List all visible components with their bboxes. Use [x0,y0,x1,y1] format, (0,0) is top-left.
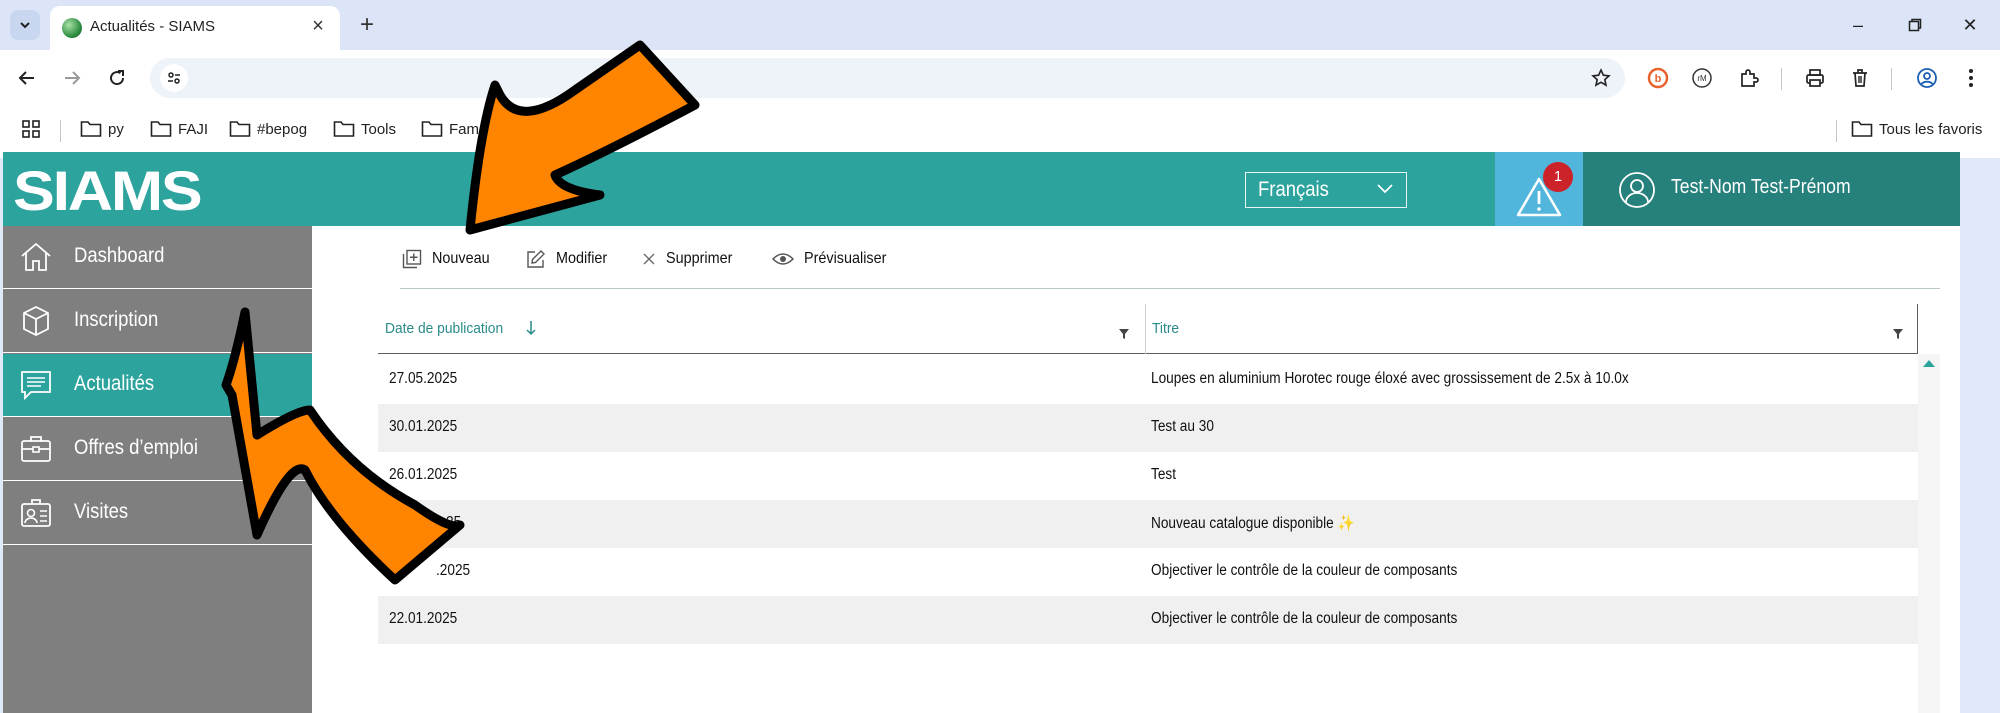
reload-button[interactable] [101,62,133,94]
sidebar-item-inscription[interactable]: Inscription [3,290,312,353]
siams-favicon-icon [62,18,82,38]
sort-down-arrow-icon [526,321,536,336]
folder-icon [80,121,102,137]
tab-search-button[interactable] [10,10,40,40]
bookmark-folder-py[interactable]: py [80,114,124,144]
address-bar[interactable] [150,58,1625,98]
table-row[interactable]: .2025 Objectiver le contrôle de la coule… [378,548,1918,596]
svg-text:rM: rM [1697,74,1707,83]
folder-icon [333,121,355,137]
eye-icon [772,253,794,265]
new-button[interactable]: Nouveau [402,244,496,274]
bookmark-folder-faji[interactable]: FAJI [150,114,208,144]
bookmark-folder-tools[interactable]: Tools [333,114,396,144]
apps-grid-icon[interactable] [22,114,40,144]
briefcase-icon [21,436,51,462]
sidebar-item-dashboard[interactable]: Dashboard [3,226,312,289]
sidebar: Dashboard Inscription Actualités Offres … [3,226,312,713]
bookmark-star-icon[interactable] [1587,64,1615,92]
table-row[interactable]: 30.01.2025 Test au 30 [378,404,1918,452]
profile-icon[interactable] [1911,62,1943,94]
preview-button[interactable]: Prévisualiser [772,244,896,274]
back-button[interactable] [11,62,43,94]
chevron-down-icon [1377,184,1393,194]
print-icon[interactable] [1799,62,1831,94]
language-select-value: Français [1258,178,1329,201]
language-select[interactable]: Français [1245,172,1407,208]
close-window-button[interactable]: ✕ [1950,10,1990,40]
news-table: Date de publication Titre 27.05.2025 Lou… [378,304,1940,713]
home-icon [21,242,51,271]
filter-icon[interactable] [1892,328,1904,340]
folder-icon [229,121,251,137]
edit-button[interactable]: Modifier [526,244,613,274]
folder-icon [150,121,172,137]
arrow-right-icon [65,71,81,85]
sidebar-item-actualites[interactable]: Actualités [3,354,312,417]
toolbar-divider [400,288,1940,289]
tab-close-icon[interactable]: × [306,14,330,38]
scroll-up-arrow-icon[interactable] [1921,358,1937,368]
browser-tabstrip: Actualités - SIAMS × + – ✕ [0,0,2000,50]
new-tab-button[interactable]: + [352,10,382,40]
trash-icon[interactable] [1844,62,1876,94]
restore-icon [1908,18,1922,32]
restore-button[interactable] [1895,10,1935,40]
bookmark-folder-fam[interactable]: Fam [421,114,479,144]
table-scrollbar[interactable] [1918,354,1940,713]
more-menu-icon[interactable] [1955,62,1987,94]
table-row[interactable]: 26.01.2025 Test [378,452,1918,500]
alert-count-badge: 1 [1543,162,1573,192]
user-avatar-icon [1619,172,1655,208]
extension-orange-icon[interactable]: b [1642,62,1674,94]
extension-rm-icon[interactable]: rM [1686,62,1718,94]
column-header-date[interactable]: Date de publication [378,304,1145,354]
sidebar-item-visites[interactable]: Visites [3,482,312,545]
table-row[interactable]: 27.05.2025 Loupes en aluminium Horotec r… [378,356,1918,404]
close-x-icon [643,253,655,265]
arrow-left-icon [18,71,34,85]
delete-button[interactable]: Supprimer [642,244,740,274]
box-icon [23,305,49,337]
folder-icon [421,121,443,137]
filter-icon[interactable] [1118,328,1130,340]
minimize-button[interactable]: – [1838,10,1878,40]
siams-logo[interactable]: SIAMS [13,163,203,219]
all-bookmarks-folder[interactable]: Tous les favoris [1851,114,1982,144]
column-header-title[interactable]: Titre [1146,304,1918,354]
alerts-button[interactable]: 1 [1495,152,1583,226]
chevron-down-icon [20,22,30,29]
tab-title: Actualités - SIAMS [90,18,216,35]
site-info-icon[interactable] [160,64,188,92]
main-content: Nouveau Modifier Supprimer Prévisualiser… [312,226,1960,713]
table-row[interactable]: 25 Nouveau catalogue disponible ✨ [378,500,1918,548]
table-header: Date de publication Titre [378,304,1918,354]
bookmarks-bar: py FAJI #bepog Tools Fam Tous les favori… [0,108,2000,152]
reload-icon [110,70,125,86]
svg-text:b: b [1655,73,1662,85]
news-chat-icon [21,371,51,401]
bookmark-folder-bepog[interactable]: #bepog [229,114,307,144]
app-header: SIAMS Français 1 Test-Nom Test-Prénom [3,152,1960,226]
user-name: Test-Nom Test-Prénom [1671,176,1851,198]
extensions-puzzle-icon[interactable] [1733,62,1765,94]
forward-button[interactable] [56,62,88,94]
browser-tab-active[interactable]: Actualités - SIAMS × [50,6,340,50]
sidebar-item-offres-emploi[interactable]: Offres d’emploi [3,418,312,481]
add-square-icon [402,249,422,269]
id-badge-icon [21,499,51,527]
table-row[interactable]: 22.01.2025 Objectiver le contrôle de la … [378,596,1918,644]
edit-pencil-icon [527,250,545,268]
folder-icon [1851,121,1873,137]
user-menu[interactable]: Test-Nom Test-Prénom [1583,152,1960,226]
